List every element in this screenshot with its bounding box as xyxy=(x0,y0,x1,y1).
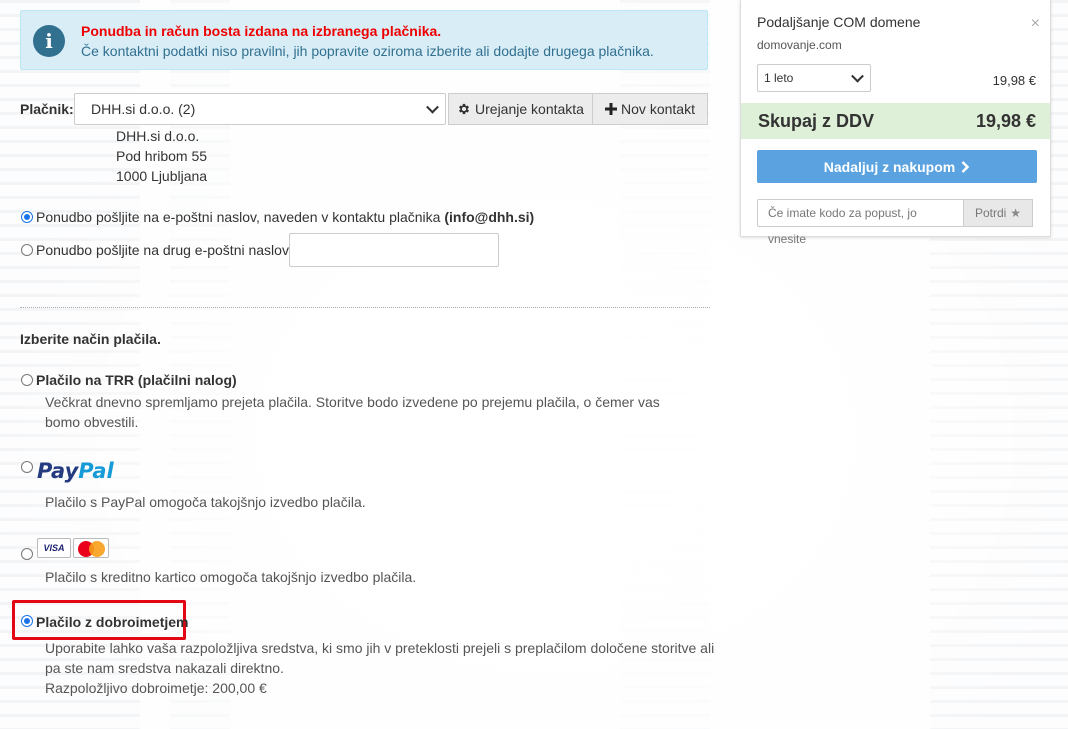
payment-heading: Izberite način plačila. xyxy=(20,331,161,347)
cart-item-price: 19,98 € xyxy=(992,73,1036,88)
section-divider xyxy=(20,307,710,308)
contact-email: (info@dhh.si) xyxy=(444,209,535,225)
gear-icon xyxy=(459,103,469,115)
payment-credit-radio[interactable] xyxy=(21,615,33,627)
paypal-logo-pal: Pal xyxy=(78,459,114,483)
other-email-input[interactable] xyxy=(289,233,499,267)
edit-contact-button[interactable]: Urejanje kontakta xyxy=(448,93,593,125)
period-select-value: 1 leto xyxy=(764,71,794,85)
email-option-contact-radio[interactable] xyxy=(21,211,33,223)
paypal-logo-pay: Pay xyxy=(37,459,79,483)
cart-item-name: Podaljšanje COM domene xyxy=(757,14,921,30)
apply-promo-label: Potrdi xyxy=(974,206,1007,220)
payment-trr-label: Plačilo na TRR (plačilni nalog) xyxy=(36,372,237,388)
payment-paypal-radio[interactable] xyxy=(21,461,33,473)
payment-card-radio[interactable] xyxy=(21,548,33,560)
credit-desc-line: pa ste nam sredstva nakazali direktno. xyxy=(45,660,284,676)
email-option-contact-text: Ponudbo pošljite na e-poštni naslov, nav… xyxy=(36,209,441,225)
star-icon: ★ xyxy=(1010,206,1022,220)
alert-message: Če kontaktni podatki niso pravilni, jih … xyxy=(81,43,654,59)
visa-logo: VISA xyxy=(37,538,71,558)
payer-label: Plačnik: xyxy=(20,101,74,117)
payment-trr-radio[interactable] xyxy=(21,374,33,386)
payment-credit-label: Plačilo z dobroimetjem xyxy=(36,614,189,630)
apply-promo-button[interactable]: Potrdi ★ xyxy=(964,199,1033,227)
cart-panel: Podaljšanje COM domene × domovanje.com 1… xyxy=(740,0,1051,246)
paypal-logo: PayPal xyxy=(37,459,114,483)
credit-balance: Razpoložljivo dobroimetje: 200,00 € xyxy=(45,680,267,696)
mastercard-logo xyxy=(73,538,109,558)
new-contact-button[interactable]: Nov kontakt xyxy=(592,93,708,125)
payer-select-value: DHH.si d.o.o. (2) xyxy=(91,101,196,117)
edit-contact-label: Urejanje kontakta xyxy=(475,101,584,117)
alert-title: Ponudba in račun bosta izdana na izbrane… xyxy=(81,23,442,39)
email-option-other-label: Ponudbo pošljite na drug e-poštni naslov… xyxy=(36,242,293,258)
new-contact-label: Nov kontakt xyxy=(621,101,695,117)
info-alert: i Ponudba in račun bosta izdana na izbra… xyxy=(20,10,708,70)
period-select[interactable]: 1 leto xyxy=(757,64,871,92)
address-line: 1000 Ljubljana xyxy=(116,168,208,184)
payment-credit-description: Uporabite lahko vaša razpoložljiva sreds… xyxy=(45,638,715,698)
cart-total-row: Skupaj z DDV 19,98 € xyxy=(741,103,1050,139)
plus-icon xyxy=(605,103,618,115)
payment-paypal-description: Plačilo s PayPal omogoča takojšnjo izved… xyxy=(45,494,366,510)
email-option-other-radio[interactable] xyxy=(21,244,33,256)
payer-address: DHH.si d.o.o. Pod hribom 55 1000 Ljublja… xyxy=(116,126,207,186)
promo-code-input[interactable]: Če imate kodo za popust, jo vnesite xyxy=(757,199,964,246)
continue-purchase-button[interactable]: Nadaljuj z nakupom xyxy=(757,150,1037,183)
chevron-right-icon xyxy=(961,160,970,173)
address-line: Pod hribom 55 xyxy=(116,148,208,164)
close-icon[interactable]: × xyxy=(1031,16,1040,32)
cart-item-domain: domovanje.com xyxy=(757,38,842,52)
continue-purchase-label: Nadaljuj z nakupom xyxy=(823,158,956,175)
chevron-down-icon xyxy=(426,100,439,114)
email-option-contact-label: Ponudbo pošljite na e-poštni naslov, nav… xyxy=(36,209,534,225)
address-line: DHH.si d.o.o. xyxy=(116,128,200,144)
payment-card-description: Plačilo s kreditno kartico omogoča takoj… xyxy=(45,569,417,585)
payer-select[interactable]: DHH.si d.o.o. (2) xyxy=(74,93,446,125)
info-icon: i xyxy=(33,25,65,57)
total-value: 19,98 € xyxy=(975,110,1036,131)
total-label: Skupaj z DDV xyxy=(758,110,875,131)
credit-desc-line: Uporabite lahko vaša razpoložljiva sreds… xyxy=(45,640,715,656)
payment-trr-description: Večkrat dnevno spremljamo prejeta plačil… xyxy=(45,394,660,430)
chevron-down-icon xyxy=(851,69,864,83)
